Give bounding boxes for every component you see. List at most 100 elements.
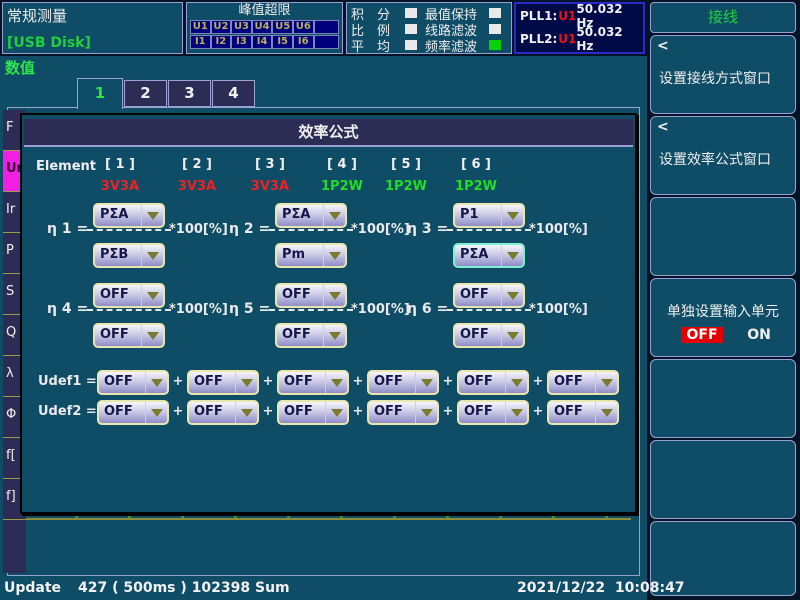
update-counter: 427 ( 500ms ) 102398 Sum [78,580,290,596]
eta5-denominator-select[interactable]: OFF [275,323,347,348]
udef2-term2-select[interactable]: OFF [187,400,259,425]
left-arrow-icon: < [657,38,669,54]
plus-sign: + [170,374,186,389]
update-label: Update [4,580,61,596]
eta1-suffix: *100[%] [169,222,228,237]
softkey-empty [650,440,796,519]
freq-filter-label: 频率滤波 [425,36,489,55]
eta4-denominator-select[interactable]: OFF [93,323,165,348]
dropdown-value: OFF [554,374,583,389]
peak-cell-i6: I6 [293,35,314,49]
peak-cell-i5: I5 [272,35,293,49]
top-status-bar: 常规测量 [USB Disk] 峰值超限 U1 U2 U3 U4 U5 U6 I… [0,0,647,56]
chevron-down-icon [141,205,163,226]
chevron-down-icon [141,325,163,346]
udef1-term2-select[interactable]: OFF [187,370,259,395]
eta4-suffix: *100[%] [169,302,228,317]
dropdown-value: P1 [460,207,479,222]
udef2-term4-select[interactable]: OFF [367,400,439,425]
udef1-term1-select[interactable]: OFF [97,370,169,395]
chevron-down-icon [595,372,617,393]
pll2-label: PLL2: [520,32,557,46]
eta6-numerator-select[interactable]: OFF [453,283,525,308]
softkey-label: 设置接线方式窗口 [659,68,771,88]
dropdown-value: OFF [374,404,403,419]
peak-cell-u3: U3 [231,20,252,34]
eta2-numerator-select[interactable]: PΣA [275,203,347,228]
plus-sign: + [530,404,546,419]
dropdown-value: PΣA [460,247,488,262]
plus-sign: + [170,404,186,419]
udef1-term5-select[interactable]: OFF [457,370,529,395]
dropdown-value: PΣB [100,247,128,262]
dropdown-value: OFF [284,404,313,419]
softkey-wiring-settings[interactable]: < 设置接线方式窗口 [650,35,796,114]
chevron-down-icon [501,245,523,266]
power-analyzer-screen: 常规测量 [USB Disk] 峰值超限 U1 U2 U3 U4 U5 U6 I… [0,0,800,600]
eta3-denominator-select-focused[interactable]: PΣA [453,243,525,268]
udef1-term4-select[interactable]: OFF [367,370,439,395]
chevron-down-icon [505,402,527,423]
dropdown-value: OFF [464,374,493,389]
dropdown-value: Pm [282,247,305,262]
dropdown-value: PΣA [100,207,128,222]
chevron-down-icon [323,325,345,346]
chevron-down-icon [595,402,617,423]
element-wiring-3: 3V3A [240,179,300,194]
eta6-label: η 6 = [407,301,448,317]
averaging-label: 平 均 [351,36,405,55]
eta5-numerator-select[interactable]: OFF [275,283,347,308]
indicator-panel: 积 分 最值保持 比 例 线路滤波 平 均 频率滤波 [346,2,512,54]
peak-over-limit-panel: 峰值超限 U1 U2 U3 U4 U5 U6 I1 I2 I3 I4 I5 I6 [186,2,343,54]
element-row-label: Element [36,159,96,174]
fraction-bar [447,309,531,311]
softkey-label: 设置效率公式窗口 [659,149,771,169]
softkey-efficiency-formula[interactable]: < 设置效率公式窗口 [650,116,796,195]
element-wiring-2: 3V3A [167,179,227,194]
datetime-label: 2021/12/22 10:08:47 [517,580,685,596]
page-title: 数值 [5,57,35,78]
eta2-denominator-select[interactable]: Pm [275,243,347,268]
peak-cell-empty [314,20,339,34]
udef2-term5-select[interactable]: OFF [457,400,529,425]
tab-page-3[interactable]: 3 [168,80,211,107]
eta6-denominator-select[interactable]: OFF [453,323,525,348]
peak-voltage-row: U1 U2 U3 U4 U5 U6 [190,20,339,34]
toggle-on[interactable]: ON [744,327,774,343]
udef2-term3-select[interactable]: OFF [277,400,349,425]
dialog-title: 效率公式 [24,119,633,147]
eta4-numerator-select[interactable]: OFF [93,283,165,308]
eta1-numerator-select[interactable]: PΣA [93,203,165,228]
chevron-down-icon [141,245,163,266]
udef2-term1-select[interactable]: OFF [97,400,169,425]
udef1-term6-select[interactable]: OFF [547,370,619,395]
eta5-formula: η 5 = OFF OFF *100[%] [229,280,411,352]
chevron-down-icon [235,402,257,423]
tab-page-4[interactable]: 4 [212,80,255,107]
peak-over-limit-title: 峰值超限 [187,3,342,19]
eta1-denominator-select[interactable]: PΣB [93,243,165,268]
udef1-term3-select[interactable]: OFF [277,370,349,395]
peak-cell-u4: U4 [252,20,273,34]
toggle-off-selected[interactable]: OFF [681,327,723,343]
mode-panel: 常规测量 [USB Disk] [2,2,183,54]
tab-page-2[interactable]: 2 [124,80,167,107]
pll2-source: U1 [558,32,576,46]
tab-page-1[interactable]: 1 [77,78,123,109]
udef2-term6-select[interactable]: OFF [547,400,619,425]
udef1-label: Udef1 = [38,374,97,389]
element-index-2: [ 2 ] [167,157,227,172]
scaling-indicator-icon [405,24,417,34]
eta3-numerator-select[interactable]: P1 [453,203,525,228]
dropdown-value: OFF [464,404,493,419]
peak-current-row: I1 I2 I3 I4 I5 I6 [190,35,339,49]
chevron-down-icon [415,372,437,393]
softkey-element-independent[interactable]: 单独设置输入单元 OFF ON [650,278,796,357]
chevron-down-icon [505,372,527,393]
indicator-row: 平 均 频率滤波 [351,37,511,53]
eta2-suffix: *100[%] [351,222,410,237]
peak-cell-u6: U6 [293,20,314,34]
eta5-suffix: *100[%] [351,302,410,317]
eta1-label: η 1 = [47,221,88,237]
eta3-label: η 3 = [407,221,448,237]
